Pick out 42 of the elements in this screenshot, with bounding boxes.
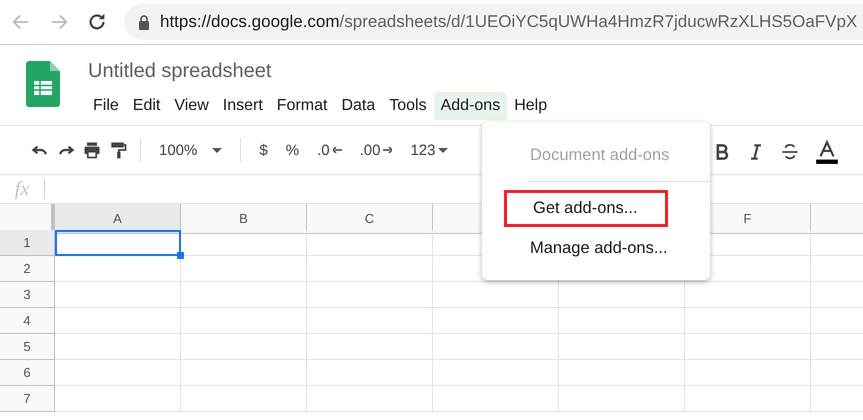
dropdown-item[interactable]: Get add-ons... (504, 190, 668, 227)
menu-item[interactable]: Insert (216, 92, 270, 120)
sheets-logo-icon[interactable] (26, 61, 60, 107)
dropdown-item[interactable]: Manage add-ons... (482, 231, 710, 266)
left-arrow-icon (332, 147, 342, 153)
row-header[interactable]: 3 (0, 282, 55, 308)
row-header[interactable]: 5 (0, 334, 55, 360)
menu-item[interactable]: Edit (126, 92, 168, 120)
column-header[interactable]: B (181, 204, 307, 234)
caret-icon (212, 148, 222, 152)
url-text: https://docs.google.com/spreadsheets/d/1UEOiYC5qUWHa4HmzR7jducwRzXLHS5OaFVpX (160, 12, 858, 32)
menu-item[interactable]: Data (334, 92, 382, 120)
column-header[interactable]: A (55, 204, 181, 234)
right-arrow-icon (383, 147, 392, 153)
zoom-dropdown[interactable]: 100% (153, 138, 228, 162)
menu-item[interactable]: View (167, 92, 216, 120)
row-header[interactable]: 6 (0, 360, 55, 386)
row-header[interactable]: 4 (0, 308, 55, 334)
menu-item[interactable]: Add-ons (434, 92, 508, 120)
document-title[interactable]: Untitled spreadsheet (88, 60, 554, 88)
menu-item[interactable]: File (86, 92, 126, 120)
row-header[interactable]: 7 (0, 386, 55, 412)
fill-handle[interactable] (177, 252, 184, 259)
menu-item[interactable]: Help (507, 92, 554, 120)
formula-label: fx (14, 178, 30, 200)
menu-item[interactable]: Format (270, 92, 334, 120)
currency-button[interactable]: $ (253, 138, 274, 162)
increase-decimals-button[interactable]: .00 (354, 138, 398, 162)
print-icon[interactable] (82, 140, 102, 160)
text-color-icon[interactable] (814, 139, 840, 165)
strikethrough-icon[interactable] (780, 142, 800, 162)
row-header[interactable]: 1 (0, 230, 55, 256)
row-header[interactable]: 2 (0, 256, 55, 282)
decrease-decimals-button[interactable]: .0 (311, 138, 348, 162)
selected-cell[interactable] (55, 230, 181, 256)
number-format-button[interactable]: 123 (404, 138, 454, 162)
column-header[interactable]: C (307, 204, 433, 234)
percent-button[interactable]: % (280, 138, 306, 162)
caret-icon (438, 148, 448, 152)
lock-icon (138, 14, 150, 30)
address-bar[interactable]: https://docs.google.com/spreadsheets/d/1UEOiYC5qUWHa4HmzR7jducwRzXLHS5OaFVpX (124, 4, 863, 40)
menu-item[interactable]: Tools (382, 92, 434, 120)
